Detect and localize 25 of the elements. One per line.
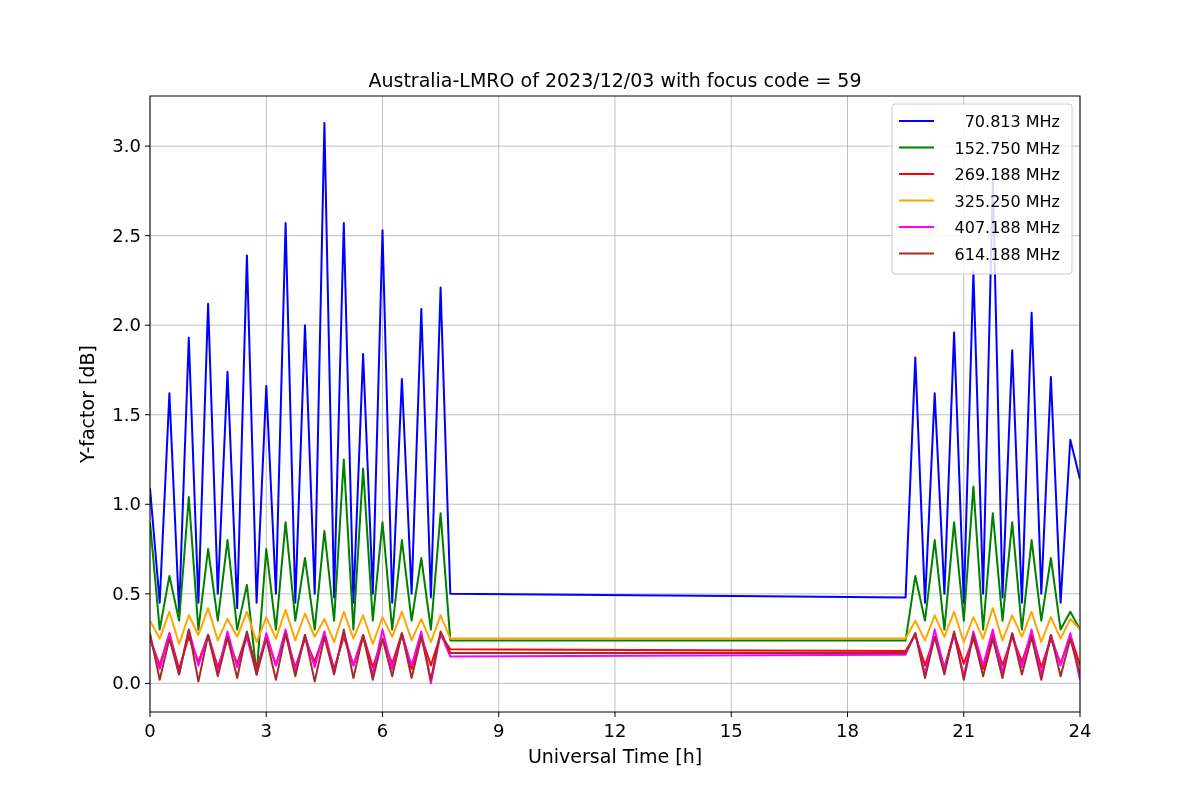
tick-label: 12 bbox=[603, 720, 627, 741]
legend-label: 325.250 MHz bbox=[954, 191, 1060, 211]
axis-label: Y-factor [dB] bbox=[76, 345, 98, 463]
tick-label: 3 bbox=[260, 720, 272, 741]
axis-label: Universal Time [h] bbox=[527, 745, 703, 767]
legend-label: 152.750 MHz bbox=[954, 138, 1060, 158]
tick-label: 1.5 bbox=[112, 403, 141, 425]
tick-label: 2.0 bbox=[112, 314, 141, 336]
tick-label: 0.0 bbox=[112, 672, 141, 694]
tick-label: 18 bbox=[836, 720, 859, 741]
legend-label: 70.813 MHz bbox=[964, 112, 1060, 131]
tick-label: 6 bbox=[376, 720, 389, 741]
legend-label: 407.188 MHz bbox=[954, 218, 1060, 237]
chart-title: Australia-LMRO of 2023/12/03 with focus code = 59 bbox=[368, 69, 862, 91]
legend-label: 269.188 MHz bbox=[954, 165, 1060, 184]
tick-label: 3.0 bbox=[112, 135, 141, 157]
tick-label: 1.0 bbox=[112, 493, 141, 515]
tick-label: 24 bbox=[1068, 720, 1092, 741]
tick-label: 2.5 bbox=[112, 224, 141, 246]
tick-label: 0.5 bbox=[112, 582, 141, 604]
legend-label: 614.188 MHz bbox=[954, 244, 1060, 264]
tick-label: 15 bbox=[719, 720, 743, 741]
tick-label: 21 bbox=[952, 720, 976, 741]
tick-label: 9 bbox=[493, 720, 505, 741]
tick-label: 0 bbox=[144, 720, 156, 741]
